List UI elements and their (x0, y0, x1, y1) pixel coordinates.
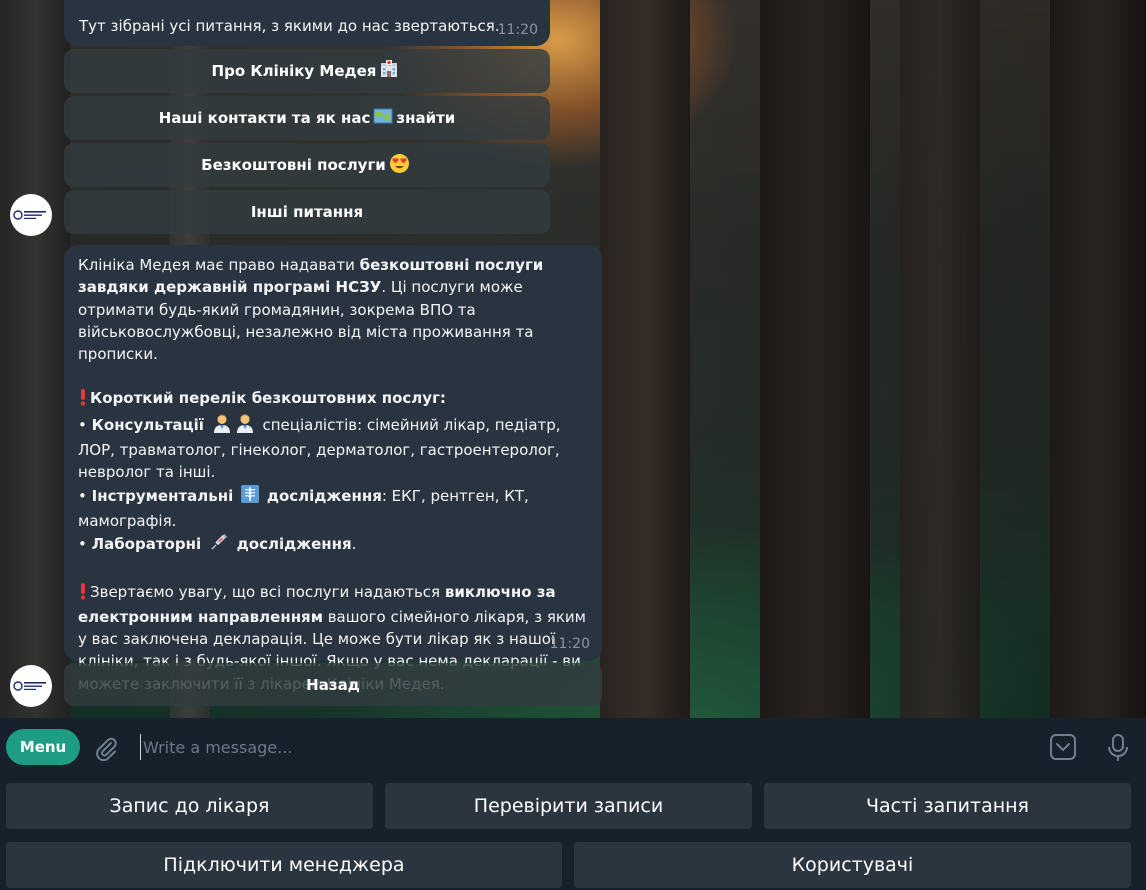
menu-button[interactable]: Menu (6, 729, 80, 765)
bot-avatar[interactable] (10, 194, 52, 236)
heart-eyes-icon (389, 153, 410, 178)
service-item-laboratory: • Лабораторні дослідження. (78, 532, 588, 558)
message-time: 11:20 (497, 21, 538, 38)
reply-button-check-appointments[interactable]: Перевірити записи (385, 783, 752, 829)
inline-button-label: Безкоштовні послуги (201, 156, 386, 174)
inline-button-label: Інші питання (250, 203, 364, 221)
clinic-logo-icon (13, 681, 46, 691)
map-icon (373, 106, 393, 130)
services-list: Короткий перелік безкоштовних послуг: • … (78, 387, 588, 558)
services-list-title: Короткий перелік безкоштовних послуг: (78, 387, 588, 412)
message-input-bar: Menu (0, 718, 1146, 776)
inline-button-label: Про Клініку Медея (211, 62, 377, 80)
exclamation-icon (78, 388, 88, 412)
inline-button-free-services[interactable]: Безкоштовні послуги (64, 143, 550, 187)
clinic-logo-icon (13, 210, 46, 220)
info-message-bubble: Клініка Медея має право надавати безкошт… (64, 245, 602, 693)
info-text: Клініка Медея має право надавати (78, 256, 360, 274)
doctor-icon (235, 413, 255, 439)
service-item-consultations: • Консультації спеціалістів: сімейний лі… (78, 413, 588, 484)
bot-avatar[interactable] (10, 665, 52, 707)
attach-icon[interactable] (92, 734, 120, 762)
intro-message-bubble: Тут зібрані усі питання, з якими до нас … (64, 0, 550, 46)
service-item-instrumental: • Інструментальні дослідження: ЕКГ, рент… (78, 484, 588, 533)
message-input[interactable] (140, 734, 1020, 760)
inline-button-contacts[interactable]: Наші контакти та як нас знайти (64, 96, 550, 140)
inline-button-label: Наші контакти та як нас (158, 109, 371, 127)
exclamation-icon (78, 582, 88, 606)
microphone-icon[interactable] (1104, 732, 1132, 764)
reply-button-users[interactable]: Користувачі (574, 842, 1131, 888)
xray-icon (240, 484, 260, 510)
inline-button-other-questions[interactable]: Інші питання (64, 190, 550, 234)
reply-button-book-doctor[interactable]: Запис до лікаря (6, 783, 373, 829)
reply-button-faq[interactable]: Часті запитання (764, 783, 1131, 829)
hospital-icon (379, 59, 399, 83)
inline-button-label: Назад (306, 675, 360, 694)
message-time: 11:20 (549, 635, 590, 652)
info-paragraph: Клініка Медея має право надавати безкошт… (78, 254, 588, 365)
bot-keyboard-toggle-icon[interactable] (1048, 732, 1078, 762)
inline-button-about-clinic[interactable]: Про Клініку Медея (64, 49, 550, 93)
syringe-icon (209, 532, 229, 558)
chat-area: Тут зібрані усі питання, з якими до нас … (0, 0, 1146, 718)
reply-keyboard: Запис до лікаря Перевірити записи Часті … (0, 776, 1146, 890)
intro-message-text: Тут зібрані усі питання, з якими до нас … (79, 17, 500, 35)
doctor-icon (212, 413, 232, 439)
reply-button-connect-manager[interactable]: Підключити менеджера (6, 842, 562, 888)
inline-button-back[interactable]: Назад (64, 663, 602, 706)
inline-button-label-suffix: знайти (396, 109, 456, 127)
